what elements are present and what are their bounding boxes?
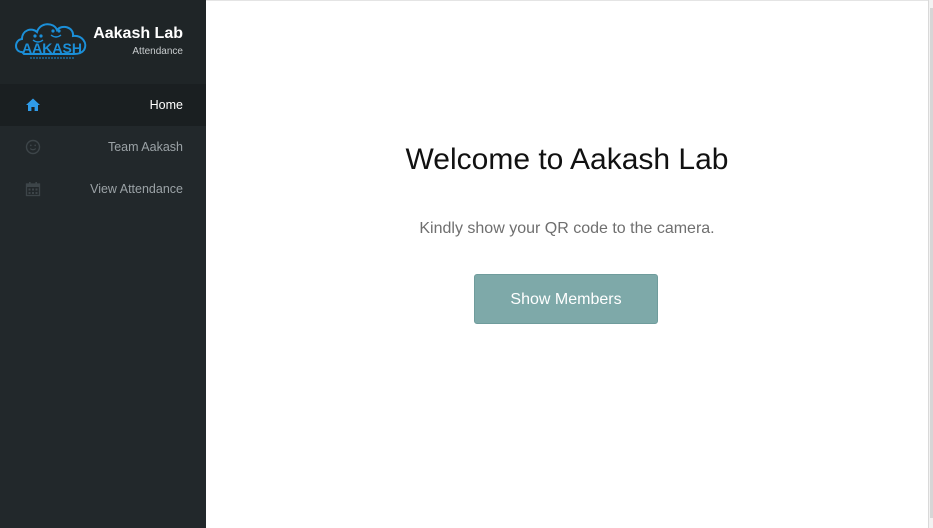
sidebar-item-team-aakash[interactable]: Team Aakash [0, 126, 206, 168]
brand-title: Aakash Lab [93, 25, 183, 42]
logo-text: AAKASH [22, 40, 82, 56]
main-content: Welcome to Aakash Lab Kindly show your Q… [206, 0, 928, 528]
home-icon [26, 98, 40, 111]
aakash-logo[interactable]: AAKASH [12, 18, 92, 64]
sidebar-item-label: View Attendance [90, 182, 183, 196]
sidebar-item-view-attendance[interactable]: View Attendance [0, 168, 206, 210]
show-members-button[interactable]: Show Members [474, 274, 658, 324]
brand-subtitle: Attendance [132, 46, 183, 57]
smile-icon [25, 139, 41, 155]
sidebar-item-label: Team Aakash [107, 140, 183, 154]
sidebar: AAKASH Aakash Lab Attendance Home Team A… [0, 0, 206, 528]
app-window: AAKASH Aakash Lab Attendance Home Team A… [0, 0, 933, 528]
instruction-text: Kindly show your QR code to the camera. [419, 220, 715, 237]
sidebar-item-home[interactable]: Home [0, 84, 206, 126]
sidebar-item-label: Home [149, 98, 183, 112]
vertical-scrollbar[interactable] [928, 0, 933, 528]
calendar-icon [25, 182, 41, 197]
sidebar-nav: Home Team Aakash View Attendance [0, 84, 206, 210]
brand-header: AAKASH Aakash Lab Attendance [0, 0, 206, 84]
page-title: Welcome to Aakash Lab [405, 143, 729, 176]
